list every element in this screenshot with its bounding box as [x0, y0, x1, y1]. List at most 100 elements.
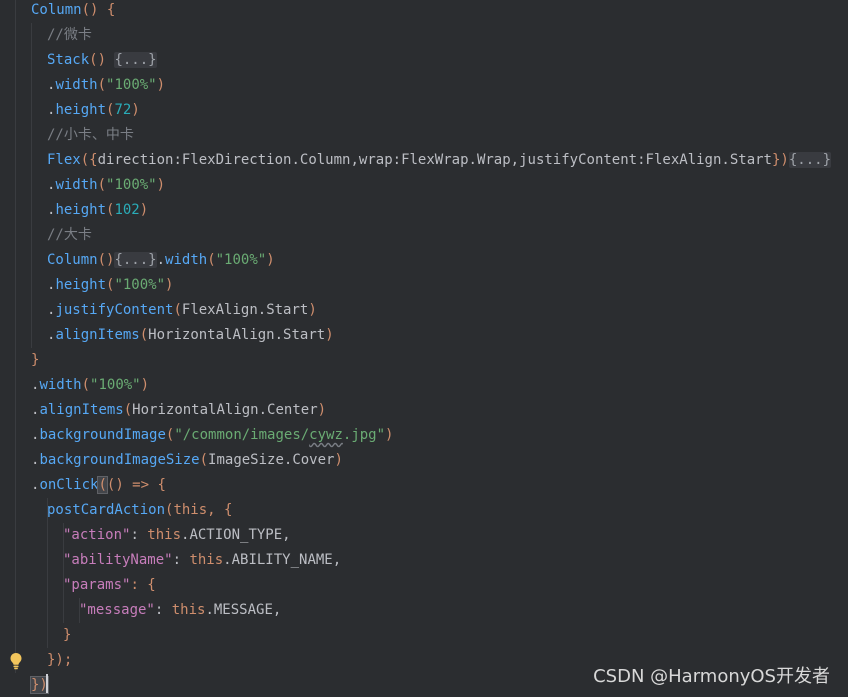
code-token: direction — [97, 152, 174, 168]
code-line[interactable]: .backgroundImageSize(ImageSize.Cover) — [0, 448, 848, 473]
code-token: height — [55, 102, 107, 118]
code-line[interactable]: "params": { — [0, 573, 848, 598]
code-token: "100%" — [114, 277, 166, 293]
code-token: { — [106, 2, 116, 18]
code-line[interactable]: Flex({direction:FlexDirection.Column,wra… — [0, 148, 848, 173]
code-token: postCardAction — [47, 502, 166, 518]
code-line[interactable]: .height(72) — [0, 98, 848, 123]
code-line[interactable]: .width("100%") — [0, 173, 848, 198]
code-token: justifyContent — [55, 302, 174, 318]
code-token: 72 — [114, 102, 132, 118]
code-token: . — [721, 152, 730, 168]
code-token: ) — [308, 302, 317, 318]
code-line[interactable]: //大卡 — [0, 223, 848, 248]
code-token: () — [89, 52, 115, 68]
code-token: justifyContent — [519, 152, 638, 168]
code-line[interactable]: .width("100%") — [0, 73, 848, 98]
code-token: "100%" — [90, 377, 141, 393]
code-token: , { — [207, 502, 233, 518]
code-token: //小卡、中卡 — [47, 127, 134, 143]
code-line[interactable]: "action": this.ACTION_TYPE, — [0, 523, 848, 548]
code-token: : — [154, 602, 172, 618]
code-token: () — [81, 2, 107, 18]
code-token: ) — [385, 427, 394, 443]
code-token: } — [31, 352, 40, 368]
code-token: width — [55, 177, 98, 193]
code-token: ) — [131, 102, 140, 118]
code-token: "100%" — [106, 177, 157, 193]
code-token: .ABILITY_NAME, — [223, 552, 342, 568]
code-token: "100%" — [215, 252, 267, 268]
code-token: ImageSize — [208, 452, 284, 468]
code-token: . — [291, 152, 300, 168]
code-token: this — [147, 527, 182, 543]
code-token: . — [258, 402, 268, 418]
code-token: ) — [156, 177, 166, 193]
code-token: ) — [156, 77, 166, 93]
code-token: ) — [317, 402, 327, 418]
code-token: Flex — [47, 152, 81, 168]
folded-code-marker[interactable]: {...} — [114, 52, 157, 68]
code-token: wrap — [358, 152, 393, 168]
folded-code-marker[interactable]: {...} — [788, 152, 832, 168]
code-line[interactable]: .alignItems(HorizontalAlign.Start) — [0, 323, 848, 348]
code-token: //大卡 — [47, 227, 92, 243]
code-token: . — [468, 152, 477, 168]
code-token: FlexAlign — [645, 152, 722, 168]
code-token: ( — [199, 452, 209, 468]
code-token: ) — [325, 327, 334, 343]
code-token: ( — [97, 177, 107, 193]
code-token: FlexWrap — [401, 152, 469, 168]
code-token: "params" — [63, 577, 131, 593]
code-line[interactable]: .onClick(() => { — [0, 473, 848, 498]
code-line[interactable]: Column(){...}.width("100%") — [0, 248, 848, 273]
code-line[interactable]: .height("100%") — [0, 273, 848, 298]
code-token: backgroundImageSize — [39, 452, 200, 468]
code-token: HorizontalAlign — [148, 327, 275, 343]
code-line[interactable]: //微卡 — [0, 23, 848, 48]
code-token: Stack — [47, 52, 90, 68]
code-editor[interactable]: Column() {//微卡 Stack() {...} .width("100%"… — [0, 0, 848, 697]
code-token: "100%" — [106, 77, 157, 93]
code-token: FlexAlign — [181, 302, 258, 318]
lightbulb-icon[interactable] — [9, 652, 23, 670]
code-token: ({ — [80, 152, 98, 168]
code-token: } — [63, 627, 72, 643]
code-token: Wrap — [476, 152, 511, 168]
code-token: Cover — [292, 452, 335, 468]
code-line[interactable]: .alignItems(HorizontalAlign.Center) — [0, 398, 848, 423]
code-token: ) — [165, 277, 174, 293]
code-token: Column — [47, 252, 98, 268]
code-line[interactable]: .width("100%") — [0, 373, 848, 398]
code-token: : — [173, 152, 182, 168]
code-line[interactable]: } — [0, 623, 848, 648]
code-line[interactable]: //小卡、中卡 — [0, 123, 848, 148]
code-token: //微卡 — [47, 27, 92, 43]
code-token: Start — [283, 327, 326, 343]
code-token: this — [189, 552, 224, 568]
code-token: : { — [130, 577, 156, 593]
code-line[interactable]: .height(102) — [0, 198, 848, 223]
code-line[interactable]: "abilityName": this.ABILITY_NAME, — [0, 548, 848, 573]
folded-code-marker[interactable]: {...} — [114, 252, 157, 268]
code-token: ) — [266, 252, 275, 268]
code-token: () — [97, 252, 115, 268]
code-line[interactable]: .backgroundImage("/common/images/cywz.jp… — [0, 423, 848, 448]
code-token: width — [55, 77, 98, 93]
code-token: . — [156, 252, 166, 268]
code-line[interactable]: Column() { — [0, 0, 848, 23]
code-token: .MESSAGE, — [205, 602, 282, 618]
code-token: Center — [267, 402, 318, 418]
code-line[interactable]: } — [0, 348, 848, 373]
code-line[interactable]: "message": this.MESSAGE, — [0, 598, 848, 623]
code-line[interactable]: Stack() {...} — [0, 48, 848, 73]
code-token: ( — [173, 302, 182, 318]
code-token: ( — [139, 327, 149, 343]
code-token: Start — [729, 152, 772, 168]
code-line[interactable]: postCardAction(this, { — [0, 498, 848, 523]
code-line[interactable]: .justifyContent(FlexAlign.Start) — [0, 298, 848, 323]
code-token: this — [173, 502, 208, 518]
code-token: cywz — [309, 427, 343, 443]
text-caret — [46, 674, 48, 693]
code-token: : — [172, 552, 190, 568]
